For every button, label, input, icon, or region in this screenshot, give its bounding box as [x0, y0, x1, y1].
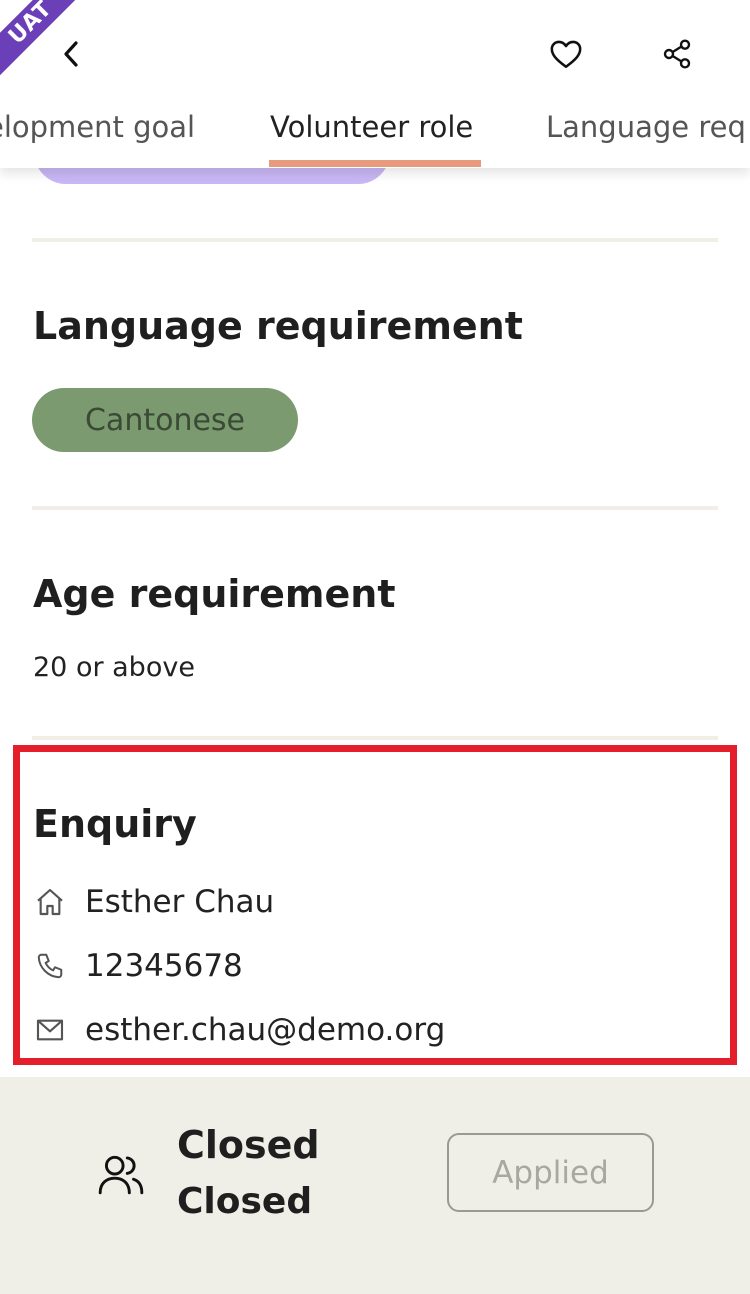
phone-icon — [33, 949, 67, 983]
enquiry-title: Enquiry — [33, 802, 197, 846]
contact-phone-row[interactable]: 12345678 — [33, 946, 243, 986]
language-chip: Cantonese — [32, 388, 298, 452]
chevron-left-icon — [59, 39, 85, 73]
contact-email-row[interactable]: esther.chau@demo.org — [33, 1010, 445, 1050]
section-divider — [32, 736, 718, 740]
contact-name-row: Esther Chau — [33, 882, 274, 922]
status-text-secondary: Closed — [177, 1181, 313, 1222]
applied-button[interactable]: Applied — [447, 1133, 654, 1212]
tab-volunteer-role[interactable]: Volunteer role — [270, 110, 473, 144]
heart-icon — [549, 38, 583, 74]
section-divider — [32, 506, 718, 510]
age-requirement-value: 20 or above — [33, 652, 195, 683]
contact-phone[interactable]: 12345678 — [85, 948, 243, 984]
active-tab-indicator — [269, 160, 481, 167]
section-divider — [32, 238, 718, 242]
language-requirement-title: Language requirement — [33, 304, 523, 348]
status-text-primary: Closed — [177, 1123, 320, 1167]
age-requirement-title: Age requirement — [33, 572, 396, 616]
tab-language-requirement[interactable]: Language req — [546, 110, 746, 144]
section-tabs: elopment goal Volunteer role Language re… — [0, 98, 750, 168]
mail-icon — [33, 1013, 67, 1047]
tab-development-goal[interactable]: elopment goal — [0, 110, 195, 144]
bottom-action-bar: Closed Closed Applied — [0, 1077, 750, 1294]
people-icon — [96, 1149, 146, 1199]
share-button[interactable] — [657, 36, 697, 76]
contact-name: Esther Chau — [85, 884, 275, 920]
favorite-button[interactable] — [546, 36, 586, 76]
home-icon — [33, 885, 67, 919]
back-button[interactable] — [52, 36, 92, 76]
share-icon — [661, 38, 693, 74]
contact-email[interactable]: esther.chau@demo.org — [85, 1012, 445, 1048]
top-app-bar: UAT elopment goal Volunteer role Languag… — [0, 0, 750, 168]
